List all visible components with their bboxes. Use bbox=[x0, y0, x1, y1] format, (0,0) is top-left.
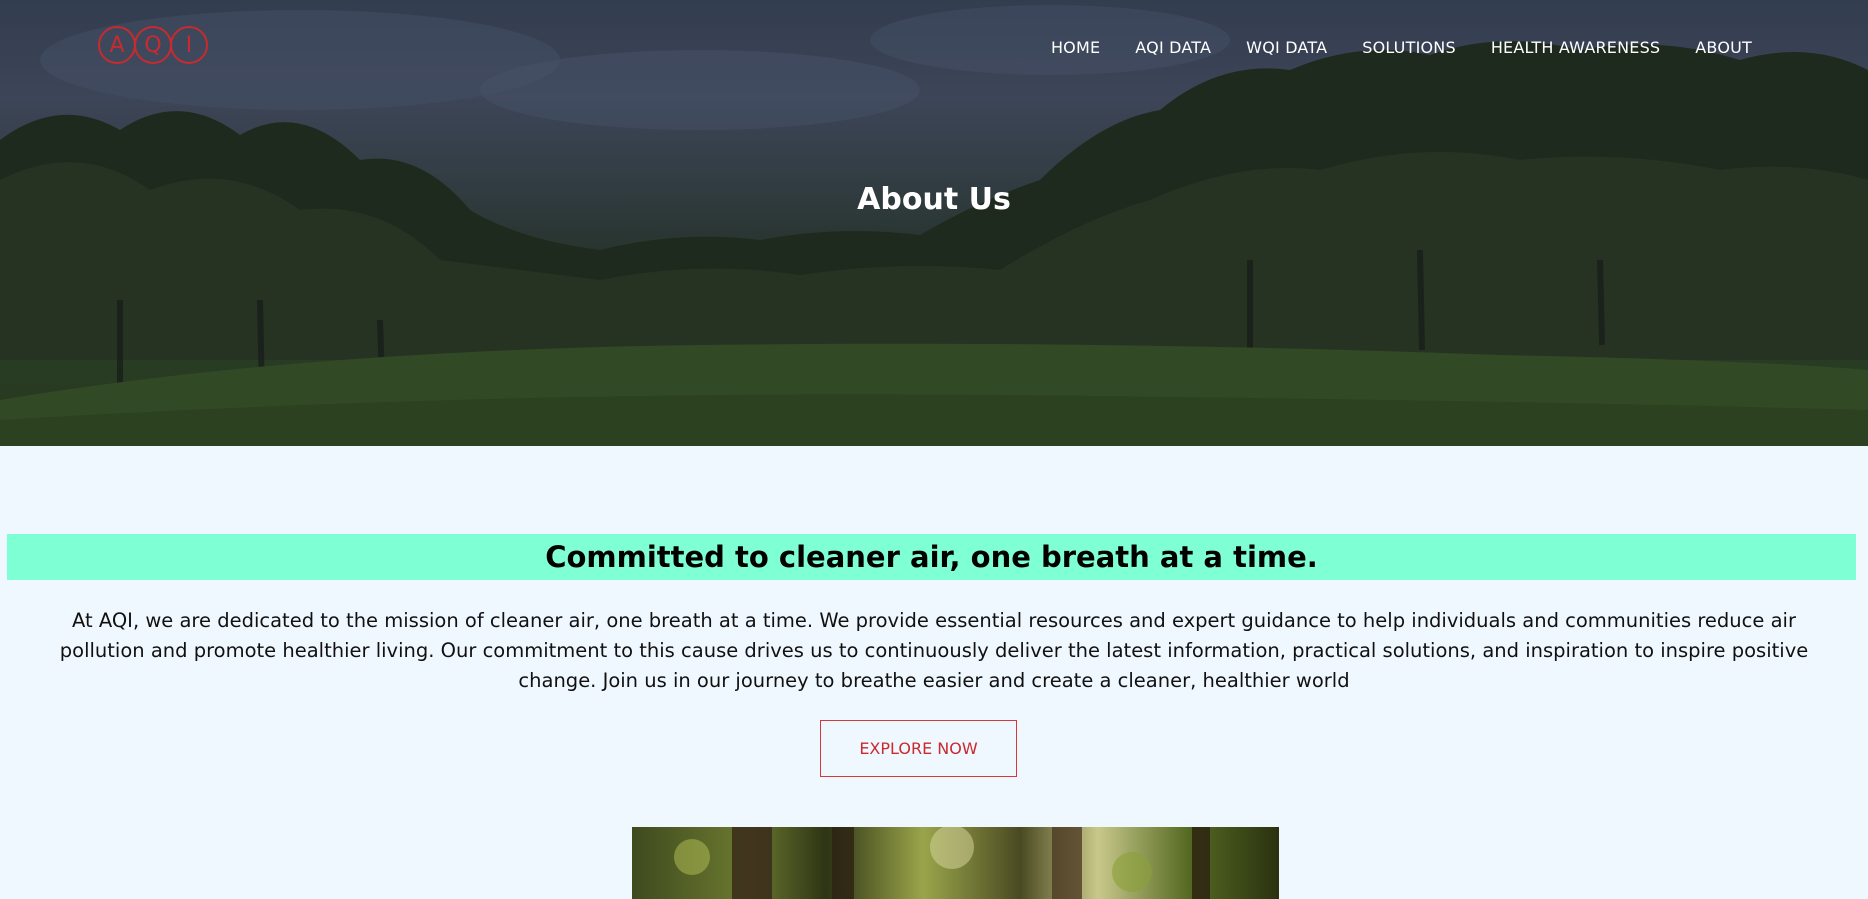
hero-banner: A Q I HOME AQI DATA WQI DATA SOLUTIONS H… bbox=[0, 0, 1868, 446]
main-navigation: HOME AQI DATA WQI DATA SOLUTIONS HEALTH … bbox=[1051, 38, 1752, 57]
nav-aqi-data[interactable]: AQI DATA bbox=[1135, 38, 1211, 57]
site-logo[interactable]: A Q I bbox=[98, 24, 213, 66]
logo-letter: A bbox=[98, 26, 136, 64]
nav-solutions[interactable]: SOLUTIONS bbox=[1362, 38, 1456, 57]
mission-description: At AQI, we are dedicated to the mission … bbox=[59, 609, 1809, 692]
nav-health-awareness[interactable]: HEALTH AWARENESS bbox=[1491, 38, 1660, 57]
logo-letter: Q bbox=[134, 26, 172, 64]
mission-heading: Committed to cleaner air, one breath at … bbox=[545, 540, 1318, 574]
nav-about[interactable]: ABOUT bbox=[1695, 38, 1752, 57]
forest-image-graphic bbox=[674, 827, 1210, 899]
mission-heading-band: Committed to cleaner air, one breath at … bbox=[7, 534, 1856, 580]
nav-wqi-data[interactable]: WQI DATA bbox=[1246, 38, 1327, 57]
hero-overlay bbox=[0, 0, 1868, 446]
forest-image bbox=[632, 827, 1279, 899]
logo-letter: I bbox=[170, 26, 208, 64]
nav-home[interactable]: HOME bbox=[1051, 38, 1100, 57]
page-title: About Us bbox=[857, 182, 1011, 217]
explore-now-button[interactable]: EXPLORE NOW bbox=[820, 720, 1017, 777]
